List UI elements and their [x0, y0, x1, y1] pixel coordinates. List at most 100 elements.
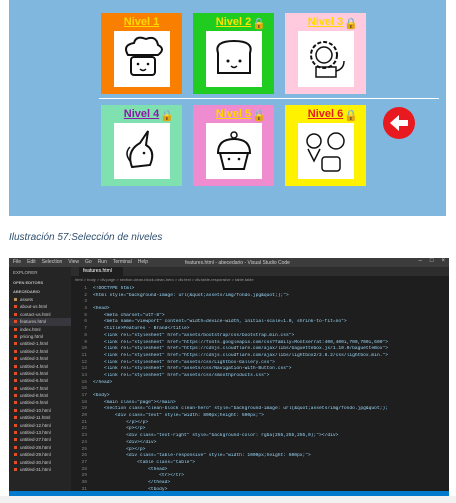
line-number: 29: [81, 473, 87, 479]
file-item[interactable]: untitled-3.html: [9, 355, 71, 362]
file-item[interactable]: untitled-2.html: [9, 348, 71, 355]
code-line: 12 <link rel="stylesheet" href="assets/c…: [71, 360, 449, 367]
file-name: untitled-11.html: [20, 415, 51, 421]
level-select-screen: Nivel 1 Nivel 2 🔒 Nivel 3 🔒 Nivel 4 🔒 Ni…: [9, 0, 446, 216]
line-number: 6: [84, 319, 87, 325]
file-item[interactable]: untitled-13.html: [9, 429, 71, 436]
close-icon[interactable]: ×: [441, 258, 445, 264]
line-text: <body>: [93, 393, 110, 398]
level-tile-5[interactable]: Nivel 5 🔒: [193, 105, 274, 186]
line-text: <main class="page"></main>: [93, 399, 176, 405]
file-item[interactable]: untitled-29.html: [9, 451, 71, 458]
file-name: index.html: [20, 326, 41, 332]
html-file-icon: [14, 320, 17, 324]
line-number: 10: [81, 346, 87, 352]
html-file-icon: [14, 431, 17, 435]
code-line: 17 <body>: [71, 393, 449, 400]
html-file-icon: [14, 460, 17, 464]
html-file-icon: [14, 327, 17, 331]
html-file-icon: [14, 467, 17, 471]
file-name: untitled-10.html: [20, 407, 51, 413]
line-text: <link rel="stylesheet" href="https://fon…: [93, 339, 388, 345]
file-name: untitled-6.html: [20, 378, 49, 384]
file-item[interactable]: untitled-11.html: [9, 414, 71, 421]
tab-bar: features.html: [71, 267, 449, 276]
code-line: 11 <link rel="stylesheet" href="https://…: [71, 353, 449, 360]
line-text: <html style="background-image: url(&quot…: [93, 292, 289, 298]
file-item[interactable]: untitled-7.html: [9, 385, 71, 392]
project-section[interactable]: ABECEDARIO: [9, 287, 71, 296]
menu-file[interactable]: File: [13, 259, 21, 265]
folder-item[interactable]: assets: [9, 296, 71, 303]
code-line: 30 </thead>: [71, 480, 449, 487]
code-line: 29 <tr></tr>: [71, 473, 449, 480]
lock-icon: 🔒: [344, 110, 358, 122]
cake-icon: [114, 31, 170, 87]
explorer-title: EXPLORER: [13, 270, 38, 275]
file-name: untitled-28.html: [20, 444, 51, 450]
file-item[interactable]: pricing.html: [9, 333, 71, 340]
divider: [99, 98, 439, 99]
bread-icon: [206, 31, 262, 87]
level-tile-4[interactable]: Nivel 4 🔒: [101, 105, 182, 186]
code-editor[interactable]: 1 <!DOCTYPE html> 2 <html style="background…: [71, 286, 449, 493]
line-text: <meta charset="utf-8">: [93, 312, 165, 318]
line-text: <link rel="stylesheet" href="assets/css/…: [93, 366, 292, 372]
menu-selection[interactable]: Selection: [42, 259, 63, 265]
file-item[interactable]: untitled-10.html: [9, 407, 71, 414]
file-item[interactable]: about-us.html: [9, 303, 71, 310]
file-item[interactable]: untitled-4.html: [9, 363, 71, 370]
file-item[interactable]: untitled-12.html: [9, 422, 71, 429]
line-number: 14: [81, 372, 87, 378]
lock-icon: 🔒: [344, 18, 358, 30]
html-file-icon: [14, 394, 17, 398]
level-tile-3[interactable]: Nivel 3 🔒: [285, 13, 366, 94]
level-tile-6[interactable]: Nivel 6 🔒: [285, 105, 366, 186]
file-item[interactable]: contact-us.html: [9, 311, 71, 318]
file-item[interactable]: untitled-31.html: [9, 466, 71, 473]
html-file-icon: [14, 334, 17, 338]
file-item[interactable]: untitled-9.html: [9, 399, 71, 406]
file-item[interactable]: untitled-1.html: [9, 340, 71, 347]
level-label: Nivel 1: [123, 16, 160, 28]
code-line: 2 <html style="background-image: url(&quo…: [71, 293, 449, 300]
code-line: 27 <table class="table">: [71, 460, 449, 467]
menu-run[interactable]: Run: [98, 259, 107, 265]
file-item[interactable]: untitled-30.html: [9, 459, 71, 466]
open-editors-section[interactable]: OPEN EDITORS: [9, 278, 71, 287]
line-number: 19: [81, 406, 87, 412]
line-number: 2: [84, 292, 87, 298]
line-number: 5: [84, 312, 87, 318]
line-number: 21: [81, 419, 87, 425]
file-name: untitled-27.html: [20, 437, 51, 443]
code-line: 22 <p></p>: [71, 426, 449, 433]
maximize-icon[interactable]: □: [430, 258, 434, 264]
line-number: 28: [81, 466, 87, 472]
menu-edit[interactable]: Edit: [27, 259, 36, 265]
file-item[interactable]: untitled-6.html: [9, 377, 71, 384]
minimize-icon[interactable]: –: [419, 258, 422, 264]
level-tile-2[interactable]: Nivel 2 🔒: [193, 13, 274, 94]
menu-go[interactable]: Go: [85, 259, 92, 265]
menu-view[interactable]: View: [68, 259, 79, 265]
line-text: <p></p>: [93, 446, 146, 452]
line-number: 12: [81, 359, 87, 365]
file-item[interactable]: untitled-28.html: [9, 444, 71, 451]
code-line: 1 <!DOCTYPE html>: [71, 286, 449, 293]
menu-terminal[interactable]: Terminal: [113, 259, 132, 265]
file-item[interactable]: index.html: [9, 326, 71, 333]
line-number: 25: [81, 446, 87, 452]
html-file-icon: [14, 371, 17, 375]
back-arrow-icon[interactable]: [383, 107, 415, 139]
file-item[interactable]: untitled-5.html: [9, 370, 71, 377]
breadcrumb[interactable]: html > body > div.page > section.clean-b…: [71, 276, 449, 284]
file-item[interactable]: features.html: [9, 318, 71, 326]
code-line: 28 <thead>: [71, 467, 449, 474]
line-text: <meta name="viewport" content="width=dev…: [93, 319, 347, 325]
file-item[interactable]: untitled-27.html: [9, 436, 71, 443]
file-item[interactable]: untitled-8.html: [9, 392, 71, 399]
level-tile-1[interactable]: Nivel 1: [101, 13, 182, 94]
tab-features-html[interactable]: features.html: [79, 267, 123, 276]
line-text: <link rel="stylesheet" href="assets/css/…: [93, 372, 270, 378]
menu-help[interactable]: Help: [138, 259, 148, 265]
